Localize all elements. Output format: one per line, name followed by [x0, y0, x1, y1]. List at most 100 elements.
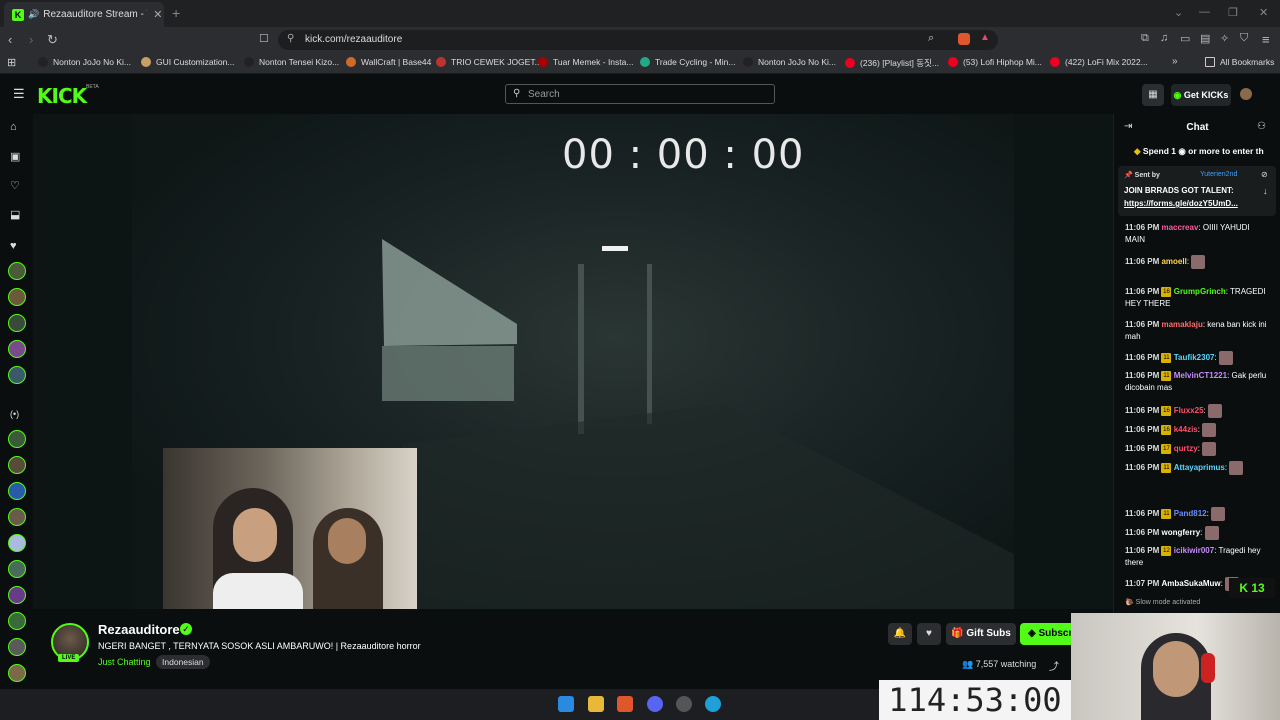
pinned-user[interactable]: Yuterien2nd — [1200, 171, 1237, 178]
search-input[interactable]: ⚲ Search — [505, 84, 775, 104]
file-explorer-icon[interactable] — [588, 696, 604, 712]
spend-kicks-notice[interactable]: ◆ Spend 1 ◉ or more to enter th — [1134, 146, 1264, 157]
bookmark-item[interactable]: Nonton Tensei Kizo... — [244, 57, 339, 67]
get-kicks-button[interactable]: ◉ Get KICKs — [1171, 84, 1231, 106]
hamburger-menu-icon[interactable]: ☰ — [13, 86, 25, 102]
brave-browser-icon[interactable] — [617, 696, 633, 712]
sidebar-icon[interactable]: ▭ — [1180, 32, 1190, 45]
bookmark-item[interactable]: (236) [Playlist] 동짓... — [845, 57, 939, 69]
recommended-channel-avatar[interactable] — [8, 508, 26, 526]
bookmark-item[interactable]: (422) LoFi Mix 2022... — [1050, 57, 1148, 67]
clips-icon[interactable]: ⬓ — [10, 208, 20, 221]
chat-users-icon[interactable]: ⚇ — [1257, 121, 1266, 132]
chat-username[interactable]: qurtzy — [1174, 444, 1198, 453]
menu-icon[interactable]: ≡ — [1262, 32, 1270, 47]
pinned-link[interactable]: https://forms.gle/dozY5UmD... — [1124, 199, 1238, 208]
extensions-icon[interactable]: ⧉ — [1141, 32, 1149, 45]
chat-username[interactable]: Attayaprimus — [1174, 463, 1225, 472]
chat-username[interactable]: wongferry — [1161, 528, 1200, 537]
bookmark-item[interactable]: Trade Cycling - Min... — [640, 57, 735, 67]
recommended-channel-avatar[interactable] — [8, 664, 26, 682]
apps-icon[interactable]: ⊞ — [7, 56, 16, 69]
vpn-icon[interactable]: ⛉ — [1240, 32, 1248, 45]
chat-username[interactable]: GrumpGrinch — [1174, 287, 1226, 296]
bookmark-item[interactable]: GUI Customization... — [141, 57, 234, 67]
start-icon[interactable] — [558, 696, 574, 712]
tab-search-icon[interactable]: ⌄ — [1174, 6, 1183, 19]
bookmark-item[interactable]: Nonton JoJo No Ki... — [743, 57, 836, 67]
home-icon[interactable]: ⌂ — [10, 121, 17, 133]
minimize-icon[interactable]: — — [1199, 6, 1210, 18]
kick-logo[interactable]: KICK — [37, 84, 87, 108]
followed-channel-avatar[interactable] — [8, 366, 26, 384]
window-close-icon[interactable]: ✕ — [1259, 6, 1268, 19]
bookmark-item[interactable]: TRIO CEWEK JOGET... — [436, 57, 542, 67]
media-icon[interactable]: ♫ — [1160, 32, 1168, 44]
followed-channel-avatar[interactable] — [8, 262, 26, 280]
chat-username[interactable]: Fluxx25 — [1174, 406, 1204, 415]
hide-pinned-icon[interactable]: ⊘ — [1261, 170, 1268, 179]
zoom-icon[interactable]: ⌕ — [928, 32, 934, 45]
user-avatar[interactable] — [1240, 88, 1252, 100]
recommended-channel-avatar[interactable] — [8, 638, 26, 656]
gift-subs-button[interactable]: 🎁 Gift Subs — [946, 623, 1016, 645]
streamer-name[interactable]: Rezaauditore — [98, 622, 180, 637]
bookmark-item[interactable]: (53) Lofi Hiphop Mi... — [948, 57, 1042, 67]
following-icon[interactable]: ♡ — [10, 179, 20, 192]
discord-icon[interactable] — [647, 696, 663, 712]
recommended-channel-avatar[interactable] — [8, 586, 26, 604]
forward-icon[interactable]: › — [29, 32, 33, 47]
followed-channel-avatar[interactable] — [8, 340, 26, 358]
followed-channel-avatar[interactable] — [8, 314, 26, 332]
video-player[interactable]: 00 : 00 : 00 — [33, 114, 1113, 609]
tab-close-icon[interactable]: ✕ — [153, 8, 162, 21]
stream-info: LIVE Rezaauditore ✓ NGERI BANGET , TERNY… — [33, 609, 1113, 689]
chat-username[interactable]: mamaklaju — [1161, 320, 1202, 329]
language-tag[interactable]: Indonesian — [156, 655, 210, 669]
back-icon[interactable]: ‹ — [8, 32, 12, 47]
bookmark-icon[interactable]: ☐ — [259, 32, 269, 45]
chat-username[interactable]: maccreav — [1161, 223, 1198, 232]
expand-pinned-icon[interactable]: ↓ — [1263, 186, 1268, 196]
bookmark-item[interactable]: WallCraft | Base44 — [346, 57, 431, 67]
chat-username[interactable]: Pand812 — [1174, 509, 1207, 518]
site-info-icon[interactable]: ⚲ — [287, 33, 294, 44]
chat-username[interactable]: k44zis — [1174, 425, 1198, 434]
speaker-icon[interactable]: 🔊 — [28, 9, 39, 20]
recommended-channel-avatar[interactable] — [8, 482, 26, 500]
brave-shield-icon[interactable] — [958, 33, 970, 45]
browse-icon[interactable]: ▣ — [10, 150, 20, 163]
recommended-channel-avatar[interactable] — [8, 534, 26, 552]
chat-username[interactable]: MelvinCT1221 — [1174, 371, 1227, 380]
wallet-icon[interactable]: ▤ — [1200, 32, 1210, 45]
more-bookmarks-icon[interactable]: » — [1172, 56, 1178, 67]
notification-bell-icon[interactable]: 🔔 — [888, 623, 912, 645]
recommended-channel-avatar[interactable] — [8, 612, 26, 630]
all-bookmarks[interactable]: All Bookmarks — [1205, 57, 1274, 67]
edge-icon[interactable] — [705, 696, 721, 712]
bookmark-item[interactable]: Tuar Memek - Insta... — [538, 57, 633, 67]
brave-rewards-icon[interactable]: ▲ — [980, 32, 990, 43]
new-tab-icon[interactable]: + — [172, 5, 180, 21]
chat-username[interactable]: amoell — [1161, 257, 1186, 266]
chat-username[interactable]: icikiwir007 — [1174, 546, 1214, 555]
bookmark-item[interactable]: Nonton JoJo No Ki... — [38, 57, 131, 67]
recommended-channel-avatar[interactable] — [8, 560, 26, 578]
follow-heart-icon[interactable]: ♥ — [917, 623, 941, 645]
recommended-channel-avatar[interactable] — [8, 456, 26, 474]
dashboard-icon[interactable]: ▦ — [1142, 84, 1164, 106]
left-sidebar: ⌂ ▣ ♡ ⬓ ♥ (•) — [0, 114, 33, 689]
followed-channel-avatar[interactable] — [8, 288, 26, 306]
reload-icon[interactable]: ↻ — [47, 32, 58, 48]
subscriber-badge-icon: 16 — [1161, 406, 1172, 416]
maximize-icon[interactable]: ❐ — [1228, 6, 1238, 19]
leo-icon[interactable]: ✧ — [1220, 32, 1229, 45]
browser-tab[interactable]: K 🔊 Rezaauditore Stream - Watch ✕ — [4, 2, 164, 27]
recommended-channel-avatar[interactable] — [8, 430, 26, 448]
chat-username[interactable]: AmbaSukaMuw — [1161, 579, 1220, 588]
category-link[interactable]: Just Chatting — [98, 657, 151, 667]
obs-icon[interactable] — [676, 696, 692, 712]
address-bar[interactable]: ⚲ kick.com/rezaauditore ⌕ ▲ — [278, 30, 998, 50]
share-icon[interactable]: ⤴ — [1049, 658, 1059, 673]
chat-username[interactable]: Taufik2307 — [1174, 353, 1215, 362]
